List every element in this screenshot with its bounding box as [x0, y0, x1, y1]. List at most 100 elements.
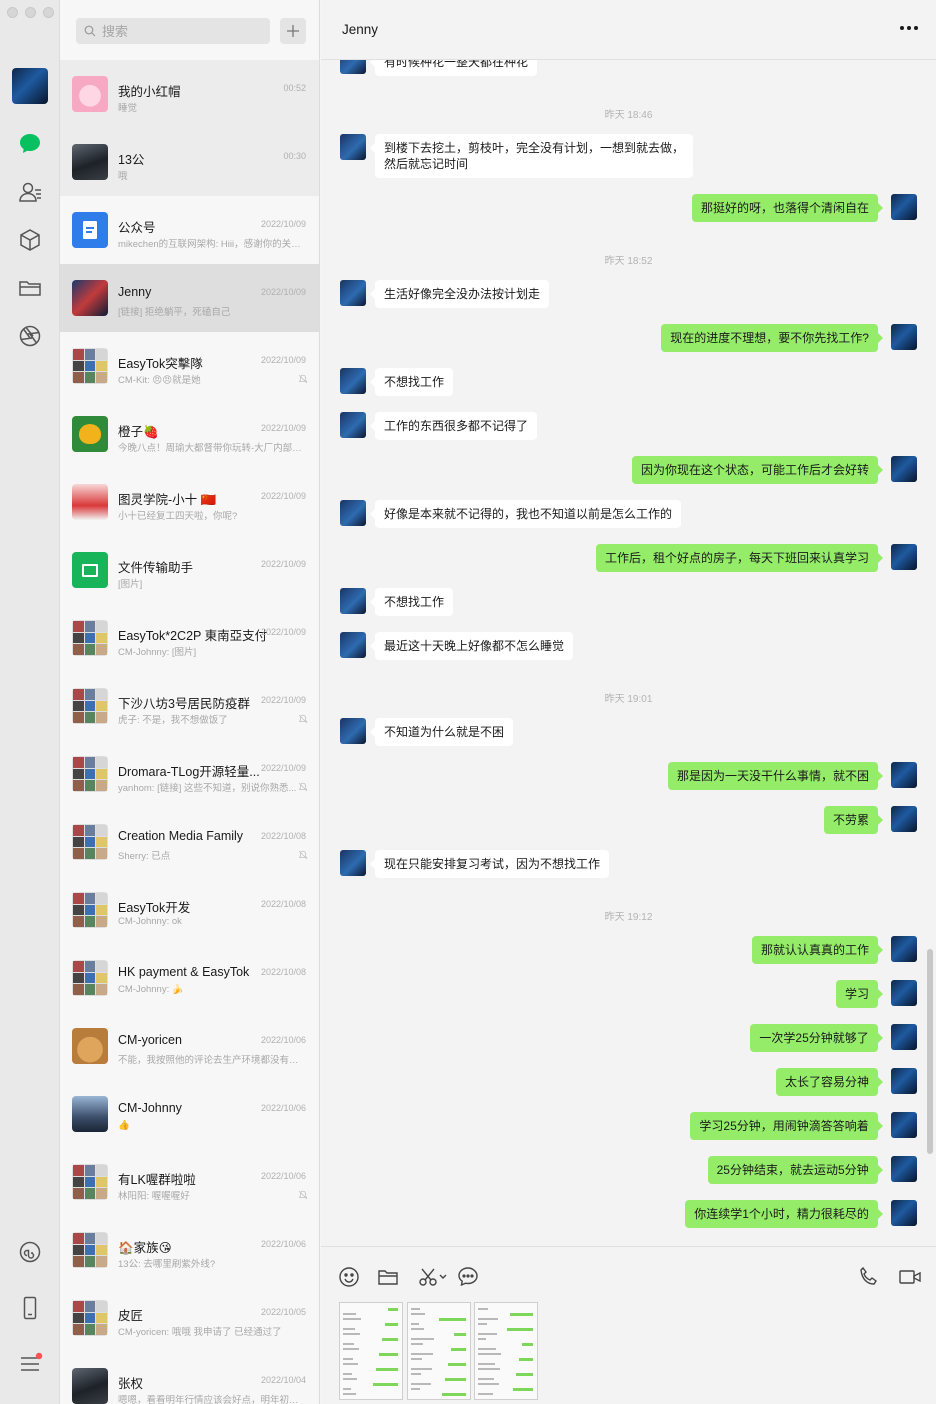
- attachment-thumbnail[interactable]: [474, 1302, 538, 1400]
- attachment-thumbnail[interactable]: [339, 1302, 403, 1400]
- contact-avatar[interactable]: [340, 412, 366, 438]
- outgoing-message[interactable]: 不劳累: [824, 806, 883, 834]
- incoming-message[interactable]: 现在只能安排复习考试，因为不想找工作: [370, 850, 609, 878]
- my-message-avatar[interactable]: [891, 1156, 917, 1182]
- contact-avatar[interactable]: [340, 60, 366, 74]
- contacts-icon[interactable]: [16, 178, 44, 206]
- incoming-message[interactable]: 不想找工作: [370, 368, 453, 396]
- my-message-avatar[interactable]: [891, 1112, 917, 1138]
- thumbnail-line: [516, 1373, 533, 1376]
- incoming-message[interactable]: 不知道为什么就是不困: [370, 718, 513, 746]
- avatar: [72, 824, 108, 860]
- conversation-item[interactable]: 🏠家族😘 2022/10/06 13公: 去哪里刷紫外线?: [60, 1216, 319, 1284]
- incoming-message[interactable]: 生活好像完全没办法按计划走: [370, 280, 549, 308]
- my-message-avatar[interactable]: [891, 544, 917, 570]
- message-list[interactable]: 有时候种花一整天都在种花 昨天 18:46 到楼下去挖土，剪枝叶，完全没有计划，一想…: [321, 60, 936, 1246]
- conversation-item[interactable]: Jenny 2022/10/09 [链接] 拒绝躺平，死磕自己: [60, 264, 319, 332]
- outgoing-message[interactable]: 学习: [836, 980, 883, 1008]
- mini-program-icon[interactable]: [16, 1238, 44, 1266]
- contact-avatar[interactable]: [340, 588, 366, 614]
- outgoing-message[interactable]: 25分钟结束，就去运动5分钟: [707, 1156, 884, 1184]
- outgoing-message[interactable]: 那就认认真真的工作: [752, 936, 883, 964]
- emoji-icon[interactable]: [337, 1265, 361, 1289]
- incoming-message[interactable]: 不想找工作: [370, 588, 453, 616]
- my-avatar[interactable]: [12, 68, 48, 104]
- conversation-name: Creation Media Family: [118, 829, 244, 843]
- incoming-message[interactable]: 工作的东西很多都不记得了: [370, 412, 537, 440]
- contact-avatar[interactable]: [340, 718, 366, 744]
- phone-icon[interactable]: [16, 1294, 44, 1322]
- chat-icon[interactable]: [16, 130, 44, 158]
- incoming-message[interactable]: 到楼下去挖土，剪枝叶，完全没有计划，一想到就去做，然后就忘记时间: [370, 134, 693, 178]
- conversation-item[interactable]: 下沙八坊3号居民防疫群 2022/10/09 虎子: 不是，我不想做饭了: [60, 672, 319, 740]
- outgoing-message[interactable]: 因为你现在这个状态，可能工作后才会好转: [632, 456, 883, 484]
- window-close-button[interactable]: [7, 7, 18, 18]
- voice-call-icon[interactable]: [857, 1265, 881, 1289]
- new-chat-button[interactable]: [280, 18, 306, 44]
- outgoing-message[interactable]: 那挺好的呀，也落得个清闲自在: [692, 194, 883, 222]
- my-message-avatar[interactable]: [891, 1200, 917, 1226]
- conversation-item[interactable]: EasyTok开发 2022/10/08 CM-Johnny: ok: [60, 876, 319, 944]
- conversation-item[interactable]: 13公 00:30 哦: [60, 128, 319, 196]
- outgoing-message[interactable]: 学习25分钟，用闹钟滴答答响着: [690, 1112, 883, 1140]
- conversation-item[interactable]: 有LK喔群啦啦 2022/10/06 林阳阳: 喔喔喔好: [60, 1148, 319, 1216]
- search-icon: [84, 25, 96, 37]
- contact-avatar[interactable]: [340, 134, 366, 160]
- conversation-item[interactable]: 橙子🍓 2022/10/09 今晚八点！周瑜大都督带你玩转-大厂内部自...: [60, 400, 319, 468]
- outgoing-message[interactable]: 你连续学1个小时，精力很耗尽的: [685, 1200, 883, 1228]
- my-message-avatar[interactable]: [891, 936, 917, 962]
- chat-history-icon[interactable]: [456, 1265, 480, 1289]
- my-message-avatar[interactable]: [891, 194, 917, 220]
- my-message-avatar[interactable]: [891, 980, 917, 1006]
- contact-avatar[interactable]: [340, 500, 366, 526]
- my-message-avatar[interactable]: [891, 1024, 917, 1050]
- outgoing-message[interactable]: 那是因为一天没干什么事情，就不困: [668, 762, 883, 790]
- conversation-item[interactable]: 我的小红帽 00:52 睡觉: [60, 60, 319, 128]
- conversation-preview: 睡觉: [118, 103, 138, 114]
- my-message-avatar[interactable]: [891, 456, 917, 482]
- conversation-item[interactable]: Dromara-TLog开源轻量... 2022/10/09 yanhom: [链接…: [60, 740, 319, 808]
- incoming-message[interactable]: 好像是本来就不记得的，我也不知道以前是怎么工作的: [370, 500, 681, 528]
- folder-icon[interactable]: [376, 1265, 400, 1289]
- contact-avatar[interactable]: [340, 280, 366, 306]
- outgoing-message[interactable]: 现在的进度不理想，要不你先找工作?: [661, 324, 883, 352]
- my-message-avatar[interactable]: [891, 324, 917, 350]
- conversation-item[interactable]: CM-Johnny 2022/10/06 👍: [60, 1080, 319, 1148]
- conversation-name: 我的小红帽: [118, 85, 181, 99]
- conversation-item[interactable]: 张权 2022/10/04 嗯嗯，看看明年行情应该会好点，明年初应...: [60, 1352, 319, 1404]
- menu-icon[interactable]: [16, 1350, 44, 1378]
- conversation-item[interactable]: 图灵学院-小十 🇨🇳 2022/10/09 小十已经复工四天啦，你呢?: [60, 468, 319, 536]
- search-input[interactable]: [100, 22, 264, 40]
- conversation-item[interactable]: CM-yoricen 2022/10/06 不能，我按照他的评论去生产环境都没有这.…: [60, 1012, 319, 1080]
- conversation-item[interactable]: 文件传输助手 2022/10/09 [图片]: [60, 536, 319, 604]
- conversation-item[interactable]: HK payment & EasyTok 2022/10/08 CM-Johnny:…: [60, 944, 319, 1012]
- incoming-message[interactable]: 最近这十天晚上好像都不怎么睡觉: [370, 632, 573, 660]
- contact-avatar[interactable]: [340, 632, 366, 658]
- window-minimize-button[interactable]: [25, 7, 36, 18]
- incoming-message[interactable]: 有时候种花一整天都在种花: [370, 60, 537, 76]
- conversation-item[interactable]: 皮匠 2022/10/05 CM-yoricen: 哦哦 我申请了 已经通过了: [60, 1284, 319, 1352]
- my-message-avatar[interactable]: [891, 1068, 917, 1094]
- moments-shutter-icon[interactable]: [16, 322, 44, 350]
- contact-avatar[interactable]: [340, 850, 366, 876]
- folder-icon[interactable]: [16, 274, 44, 302]
- video-call-icon[interactable]: [897, 1265, 923, 1289]
- my-message-avatar[interactable]: [891, 806, 917, 832]
- search-box[interactable]: [76, 18, 270, 44]
- outgoing-message[interactable]: 太长了容易分神: [776, 1068, 883, 1096]
- my-message-avatar[interactable]: [891, 762, 917, 788]
- contact-avatar[interactable]: [340, 368, 366, 394]
- outgoing-message[interactable]: 一次学25分钟就够了: [750, 1024, 883, 1052]
- conversation-item[interactable]: 公众号 2022/10/09 mikechen的互联网架构: Hiii，感谢你的关注…: [60, 196, 319, 264]
- conversation-item[interactable]: EasyTok突擊隊 2022/10/09 CM-Kit: 😠😠就是她: [60, 332, 319, 400]
- more-options-button[interactable]: [900, 26, 920, 34]
- message-scrollbar[interactable]: [927, 949, 933, 1154]
- scissors-icon[interactable]: [417, 1265, 449, 1289]
- outgoing-message[interactable]: 工作后，租个好点的房子，每天下班回来认真学习: [596, 544, 883, 572]
- conversation-item[interactable]: EasyTok*2C2P 東南亞支付 2022/10/09 CM-Johnny: […: [60, 604, 319, 672]
- conversation-item[interactable]: Creation Media Family 2022/10/08 Sherry: 已…: [60, 808, 319, 876]
- attachment-thumbnail[interactable]: [407, 1302, 471, 1400]
- thumbnail-line: [376, 1368, 398, 1371]
- window-zoom-button[interactable]: [43, 7, 54, 18]
- favorites-box-icon[interactable]: [16, 226, 44, 254]
